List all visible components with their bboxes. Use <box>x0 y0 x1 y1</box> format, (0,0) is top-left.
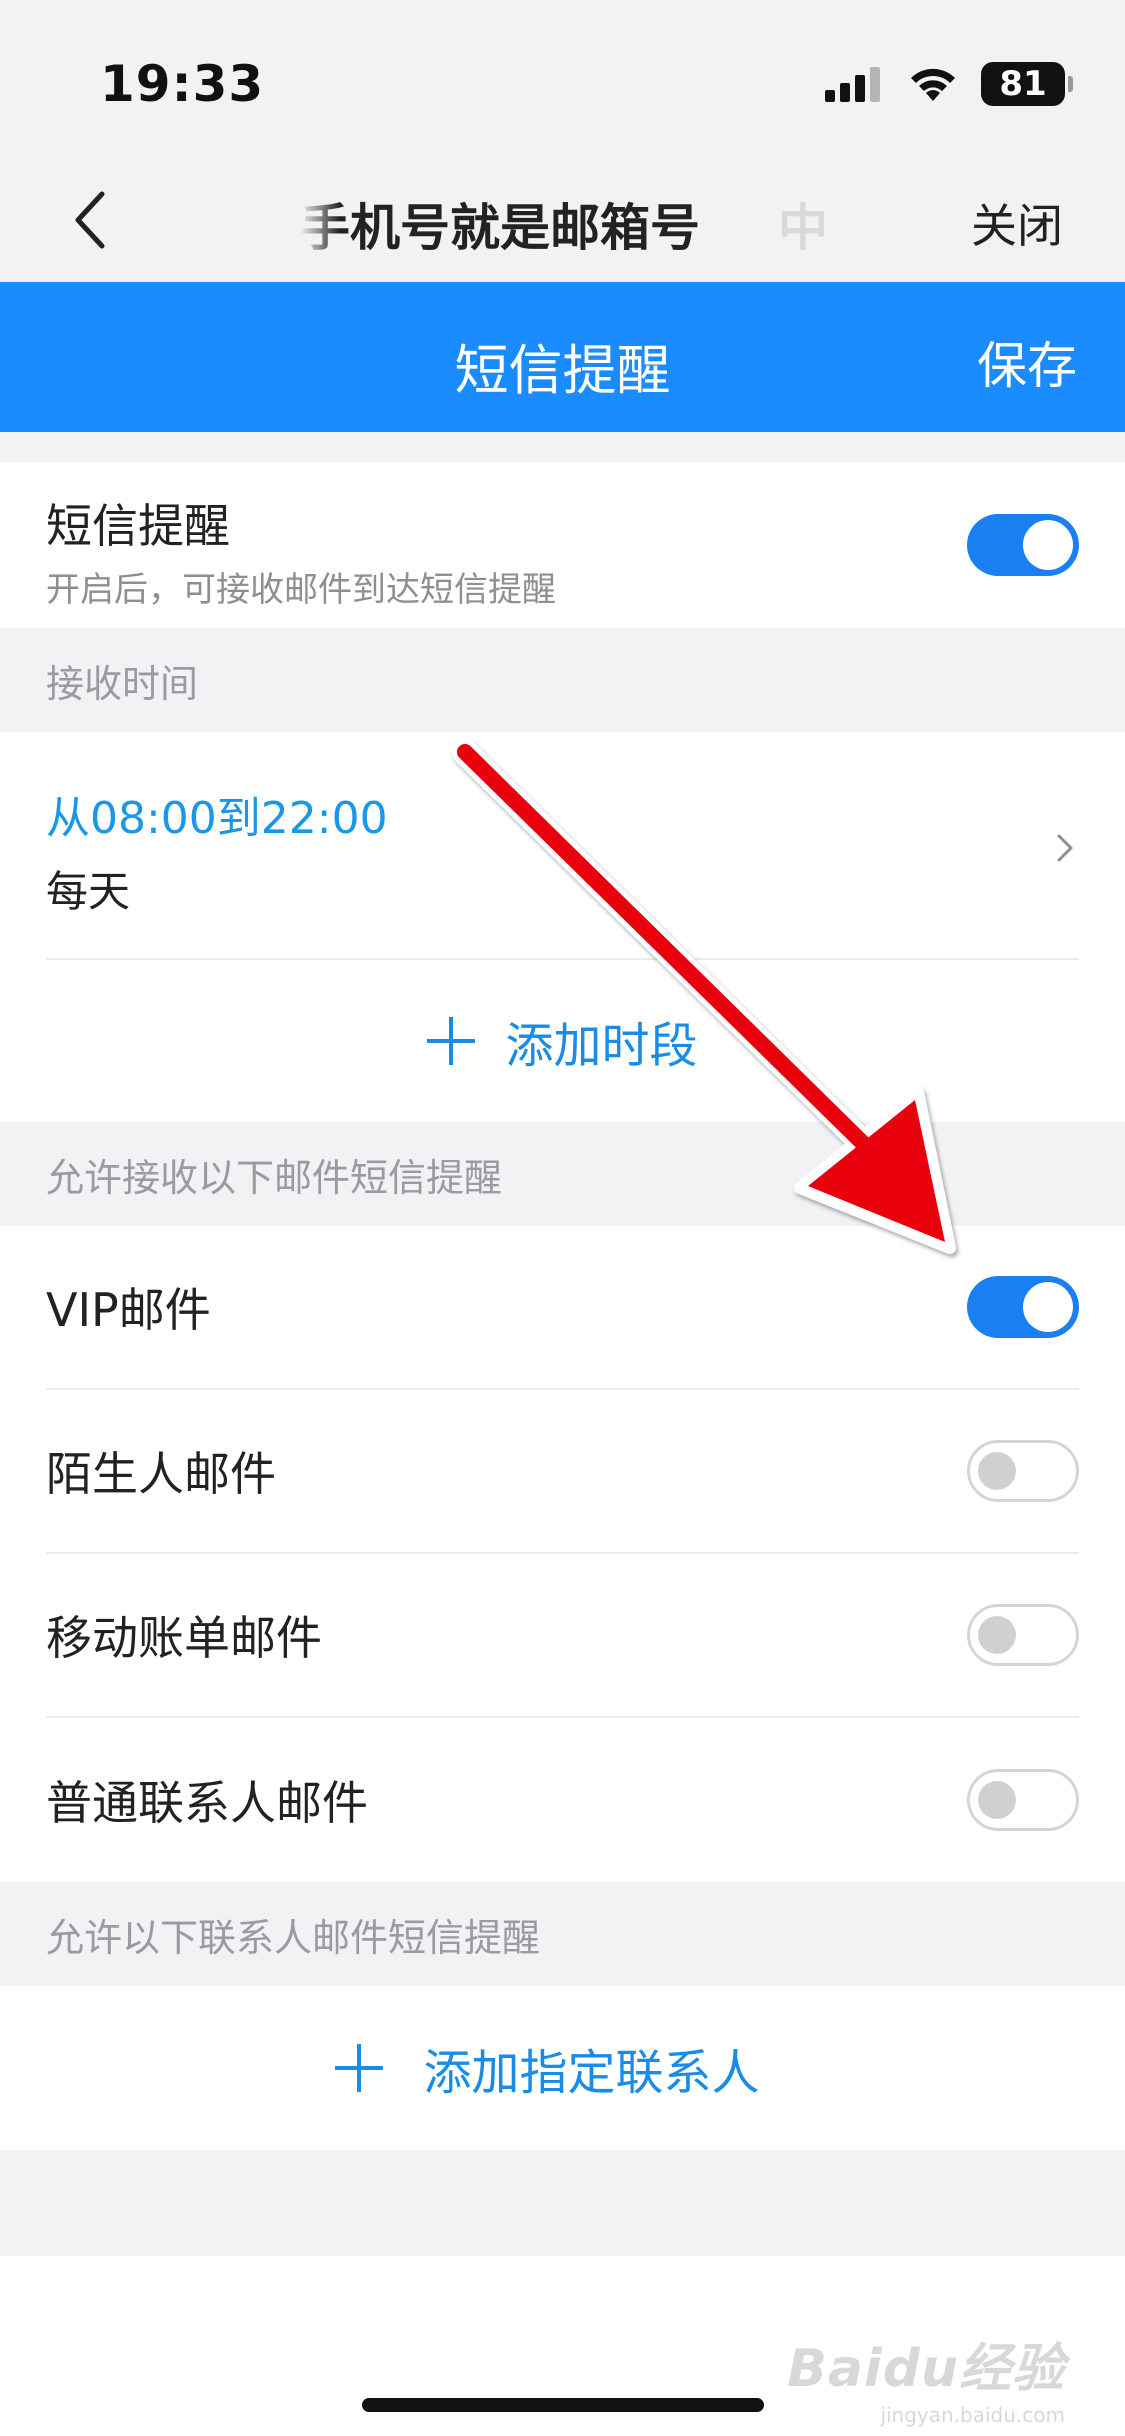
time-range-row[interactable]: 从08:00到22:00 每天 <box>46 732 1079 960</box>
mail-type-label: 普通联系人邮件 <box>46 1776 368 1830</box>
sms-toggle-title: 短信提醒 <box>46 499 230 553</box>
section-label-contacts: 允许以下联系人邮件短信提醒 <box>0 1882 1125 1986</box>
plus-icon <box>427 1017 476 1065</box>
add-contact-button[interactable]: 添加指定联系人 <box>0 1986 1125 2150</box>
mail-type-row-vip: VIP邮件 <box>46 1226 1079 1390</box>
cellular-signal-icon <box>825 67 880 102</box>
mail-type-label: VIP邮件 <box>46 1283 211 1337</box>
back-button[interactable] <box>50 180 130 260</box>
contact-mail-toggle[interactable] <box>967 1769 1079 1831</box>
baidu-watermark: Baidu经验 jingyan.baidu.com <box>787 2326 1065 2427</box>
status-time: 19:33 <box>100 55 265 113</box>
sms-toggle-switch[interactable] <box>967 514 1079 576</box>
time-range-text: 从08:00到22:00 <box>46 793 388 844</box>
plus-icon <box>335 2044 384 2092</box>
settings-content: 短信提醒 开启后，可接收邮件到达短信提醒 接收时间 从08:00到22:00 每… <box>0 432 1125 2254</box>
nav-title: 手机号就是邮箱号 <box>300 199 700 257</box>
chevron-left-icon <box>75 191 105 249</box>
section-label-receive-time: 接收时间 <box>0 628 1125 732</box>
section-label-mail-types: 允许接收以下邮件短信提醒 <box>0 1122 1125 1226</box>
phone-screen: 19:33 81 手机号就是邮箱号 中 关闭 短信提醒 保存 短信提醒 开启后，… <box>0 0 1125 2436</box>
page-header: 短信提醒 保存 <box>0 282 1125 432</box>
time-days-text: 每天 <box>46 867 131 916</box>
battery-icon: 81 <box>981 62 1073 106</box>
page-title: 短信提醒 <box>454 339 671 402</box>
billing-mail-toggle[interactable] <box>967 1604 1079 1666</box>
status-icons: 81 <box>825 62 1073 106</box>
contacts-card: 添加指定联系人 <box>0 1986 1125 2150</box>
close-button[interactable]: 关闭 <box>971 190 1063 256</box>
add-time-slot-button[interactable]: 添加时段 <box>0 960 1125 1122</box>
sms-toggle-row: 短信提醒 开启后，可接收邮件到达短信提醒 <box>0 462 1125 628</box>
nav-extra-tab: 中 <box>778 199 828 257</box>
watermark-sub: jingyan.baidu.com <box>880 2403 1065 2427</box>
vip-mail-toggle[interactable] <box>967 1276 1079 1338</box>
stranger-mail-toggle[interactable] <box>967 1440 1079 1502</box>
mail-types-card: VIP邮件 陌生人邮件 移动账单邮件 普通联系人邮件 <box>0 1226 1125 1882</box>
mail-type-row-stranger: 陌生人邮件 <box>46 1390 1079 1554</box>
save-button[interactable]: 保存 <box>977 326 1077 398</box>
add-time-slot-label: 添加时段 <box>505 1018 698 1074</box>
mail-type-label: 陌生人邮件 <box>46 1447 276 1501</box>
chevron-right-icon <box>1057 834 1073 862</box>
nav-title-fade <box>300 188 340 258</box>
mail-type-label: 移动账单邮件 <box>46 1611 322 1665</box>
receive-time-card: 从08:00到22:00 每天 添加时段 <box>0 732 1125 1122</box>
home-indicator[interactable] <box>362 2398 764 2412</box>
mail-type-row-billing: 移动账单邮件 <box>46 1554 1079 1718</box>
top-nav: 手机号就是邮箱号 中 关闭 <box>0 160 1125 282</box>
watermark-main: Baidu经验 <box>787 2339 1065 2399</box>
wifi-icon <box>911 68 955 101</box>
add-contact-label: 添加指定联系人 <box>423 2045 760 2101</box>
status-bar: 19:33 81 <box>0 0 1125 160</box>
sms-toggle-card: 短信提醒 开启后，可接收邮件到达短信提醒 <box>0 462 1125 628</box>
sms-toggle-subtitle: 开启后，可接收邮件到达短信提醒 <box>46 570 556 610</box>
mail-type-row-contacts: 普通联系人邮件 <box>46 1718 1079 1882</box>
